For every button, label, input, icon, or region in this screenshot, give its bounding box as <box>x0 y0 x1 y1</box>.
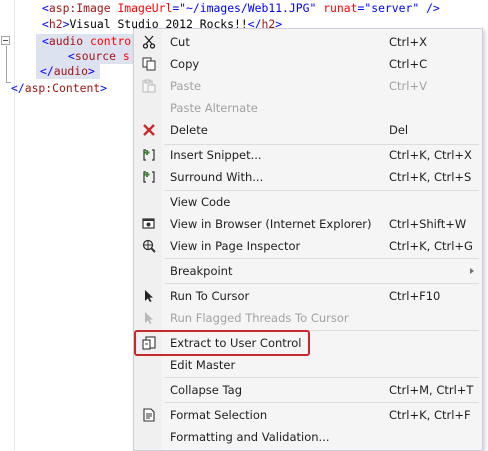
menu-item-surround-with[interactable]: Surround With... Ctrl+K, Ctrl+S <box>135 166 481 188</box>
menu-item-label: Formatting and Validation... <box>170 430 330 444</box>
menu-item-label: Cut <box>170 35 190 49</box>
menu-item-label: Copy <box>170 57 200 71</box>
menu-item-label: Paste <box>170 79 202 93</box>
code-token: </ <box>11 81 25 95</box>
menu-item-shortcut: Ctrl+X <box>389 35 427 49</box>
menu-item-shortcut: Ctrl+F10 <box>389 289 441 303</box>
menu-item-cut[interactable]: Cut Ctrl+X <box>135 31 481 53</box>
menu-item-paste: Paste Ctrl+V <box>135 75 481 97</box>
code-token: > <box>88 64 95 78</box>
code-token: audio <box>53 64 89 78</box>
menu-item-label: Delete <box>170 123 208 137</box>
code-line-source[interactable]: <source s <box>36 49 134 64</box>
menu-item-collapse-tag[interactable]: Collapse Tag Ctrl+M, Ctrl+T <box>135 379 481 401</box>
code-token: ="server" /> <box>357 1 440 15</box>
insert-snippet-icon <box>141 147 157 163</box>
menu-item-view-in-browser[interactable]: View in Browser (Internet Explorer) Ctrl… <box>135 213 481 235</box>
code-token: source <box>74 49 117 63</box>
code-line-audio-open[interactable]: <audio contro <box>36 34 134 49</box>
page-inspector-icon <box>141 238 157 254</box>
code-token: runat <box>323 1 358 15</box>
menu-item-run-flagged-threads: Run Flagged Threads To Cursor <box>135 307 481 329</box>
code-token: </ <box>40 64 54 78</box>
code-token: ="~/images/Web11.JPG" <box>172 1 317 15</box>
menu-item-insert-snippet[interactable]: Insert Snippet... Ctrl+K, Ctrl+X <box>135 144 481 166</box>
menu-item-label: Format Selection <box>170 408 268 422</box>
menu-item-shortcut: Ctrl+K, Ctrl+F <box>389 408 471 422</box>
menu-item-label: Collapse Tag <box>170 383 242 397</box>
menu-item-shortcut: Ctrl+Shift+W <box>389 217 467 231</box>
annotation-highlight-box <box>134 330 310 356</box>
menu-item-paste-alternate: Paste Alternate <box>135 97 481 119</box>
menu-item-run-to-cursor[interactable]: Run To Cursor Ctrl+F10 <box>135 285 481 307</box>
menu-separator <box>164 402 479 403</box>
menu-item-shortcut: Ctrl+K, Ctrl+X <box>389 148 472 162</box>
code-token: asp:Content <box>24 81 101 95</box>
code-token: < <box>42 34 49 48</box>
menu-item-copy[interactable]: Copy Ctrl+C <box>135 53 481 75</box>
paste-icon <box>141 78 157 94</box>
code-token: contro <box>90 34 132 48</box>
menu-item-label: Edit Master <box>170 358 236 372</box>
menu-separator <box>164 377 479 378</box>
menu-item-shortcut: Del <box>389 123 409 137</box>
code-token: asp:Image <box>48 1 111 15</box>
context-menu: Cut Ctrl+X Copy Ctrl+C Paste Ctrl+V Past… <box>133 28 483 451</box>
submenu-arrow-icon <box>470 268 474 274</box>
menu-item-shortcut: Ctrl+C <box>389 57 428 71</box>
code-token: > <box>100 81 108 95</box>
menu-separator <box>164 258 479 259</box>
menu-item-shortcut: Ctrl+K, Ctrl+S <box>389 170 472 184</box>
outline-line <box>6 46 7 82</box>
code-token: ImageUrl <box>117 1 173 15</box>
menu-item-view-in-page-inspector[interactable]: View in Page Inspector Ctrl+K, Ctrl+G <box>135 235 481 257</box>
code-line-asp-content-close[interactable]: </asp:Content> <box>11 81 107 96</box>
menu-item-formatting-and-validation[interactable]: Formatting and Validation... <box>135 426 481 448</box>
menu-item-breakpoint[interactable]: Breakpoint <box>135 260 481 282</box>
scissors-icon <box>141 34 157 50</box>
menu-item-label: Paste Alternate <box>170 101 258 115</box>
copy-icon <box>141 56 157 72</box>
surround-with-icon <box>141 169 157 185</box>
menu-item-label: View in Browser (Internet Explorer) <box>170 217 372 231</box>
code-token: h2 <box>48 17 63 31</box>
menu-item-label: Insert Snippet... <box>170 148 262 162</box>
editor-gutter <box>14 0 15 451</box>
menu-separator <box>164 283 479 284</box>
code-token: audio <box>48 34 84 48</box>
menu-item-shortcut: Ctrl+V <box>389 79 427 93</box>
code-line-asp-image[interactable]: <asp:Image ImageUrl="~/images/Web11.JPG"… <box>42 1 440 16</box>
menu-item-shortcut: Ctrl+M, Ctrl+T <box>389 383 474 397</box>
view-in-browser-icon <box>141 216 157 232</box>
code-line-audio-close[interactable]: </audio> <box>36 64 100 79</box>
run-to-cursor-icon <box>141 288 157 304</box>
menu-item-label: Run To Cursor <box>170 289 250 303</box>
code-token: < <box>42 17 49 31</box>
code-token: s <box>122 49 130 63</box>
menu-item-delete[interactable]: Delete Del <box>135 119 481 141</box>
menu-item-view-code[interactable]: View Code <box>135 191 481 213</box>
menu-item-label: Surround With... <box>170 170 264 184</box>
menu-item-label: View in Page Inspector <box>170 239 301 253</box>
code-token: < <box>68 49 75 63</box>
menu-item-label: Run Flagged Threads To Cursor <box>170 311 349 325</box>
menu-item-edit-master[interactable]: Edit Master <box>135 354 481 376</box>
menu-item-shortcut: Ctrl+K, Ctrl+G <box>389 239 473 253</box>
menu-item-label: View Code <box>170 195 231 209</box>
run-flagged-threads-icon <box>141 310 157 326</box>
collapse-toggle-icon[interactable] <box>1 36 10 45</box>
code-token: < <box>42 1 49 15</box>
format-selection-icon <box>141 407 157 423</box>
menu-item-label: Breakpoint <box>170 264 233 278</box>
delete-icon <box>141 122 157 138</box>
menu-item-format-selection[interactable]: Format Selection Ctrl+K, Ctrl+F <box>135 404 481 426</box>
